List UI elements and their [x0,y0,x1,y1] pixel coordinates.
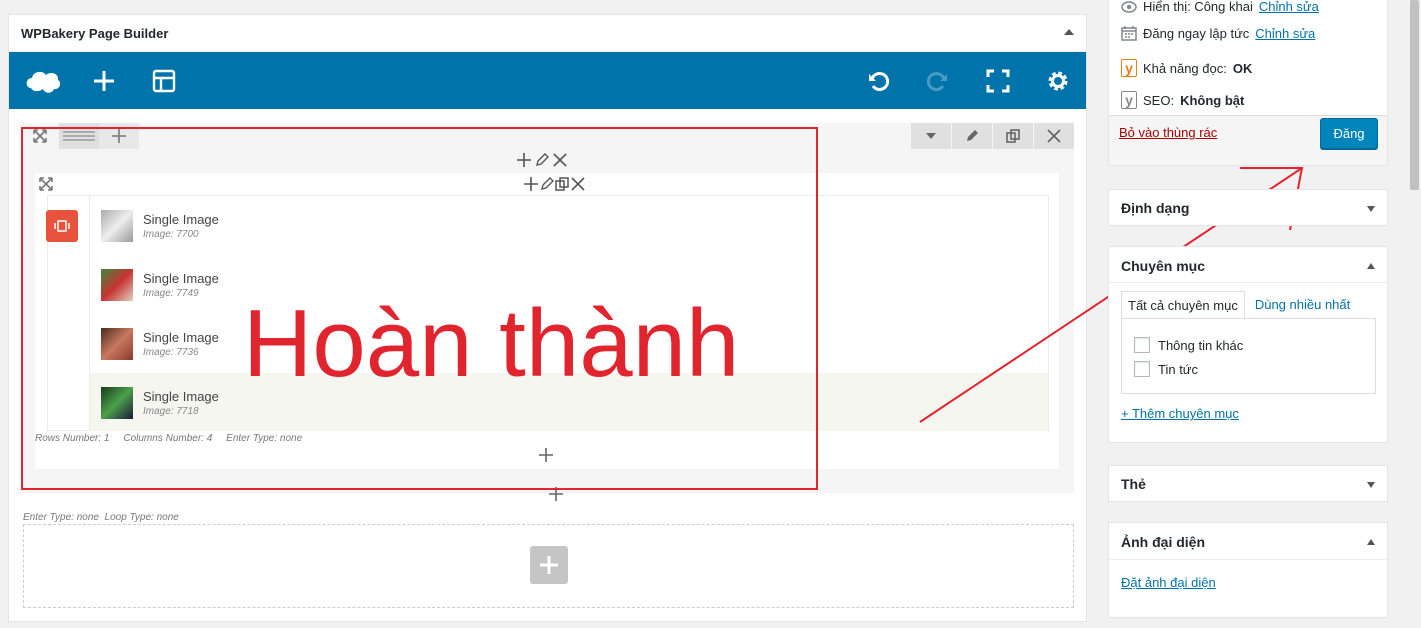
featured-image-box: Ảnh đại diện Đặt ảnh đại diện [1108,522,1388,618]
empty-row-dropzone [23,524,1074,608]
checkbox[interactable] [1134,337,1150,353]
item-title: Single Image [143,389,219,404]
category-label: Thông tin khác [1158,337,1244,353]
fullscreen-icon[interactable] [983,66,1013,96]
annotation-text: Hoàn thành [243,290,740,397]
add-new-element-button[interactable] [530,546,568,584]
chevron-up-icon[interactable] [1367,539,1375,545]
panel-header: WPBakery Page Builder [9,15,1086,52]
set-featured-image-link[interactable]: Đặt ảnh đại diện [1121,575,1216,590]
item-title: Single Image [143,330,219,345]
logo-icon[interactable] [25,66,61,96]
item-subtitle: Image: 7749 [143,288,199,299]
page-scrollbar[interactable] [1408,0,1421,628]
undo-icon[interactable] [863,66,893,96]
add-element-icon[interactable] [89,66,119,96]
builder-toolbar [9,52,1086,109]
image-thumbnail [101,328,133,360]
seo-value: Không bật [1180,92,1245,108]
checkbox[interactable] [1134,361,1150,377]
eye-icon [1121,0,1137,13]
category-label: Tin tức [1158,361,1199,377]
readability-row: y Khả năng đọc: OK [1121,59,1252,77]
row-edit-icon[interactable] [952,123,992,149]
item-subtitle: Image: 7736 [143,347,199,358]
row-toggle-icon[interactable] [911,123,951,149]
schedule-edit-link[interactable]: Chỉnh sửa [1255,26,1315,41]
carousel-icon [46,210,78,242]
visibility-label: Hiển thị: Công khai [1143,0,1253,14]
item-subtitle: Image: 7700 [143,229,199,240]
category-list: Thông tin khác Tin tức [1121,318,1376,394]
publish-button[interactable]: Đăng [1320,118,1378,149]
readability-value: OK [1232,60,1253,76]
column-add-icon[interactable] [517,153,531,167]
element-controls [523,176,586,192]
tab-all-categories[interactable]: Tất cả chuyên mục [1121,291,1245,320]
element-edit-icon[interactable] [540,177,554,191]
row-expand-icon[interactable] [21,123,59,149]
row-delete-icon[interactable] [1034,123,1074,149]
featured-title: Ảnh đại diện [1121,534,1205,550]
yoast-readability-icon: y [1121,59,1137,77]
column-edit-icon[interactable] [535,153,549,167]
row-controls-left [21,123,139,149]
divider [1109,282,1387,283]
redo-icon[interactable] [923,66,953,96]
settings-icon[interactable] [1043,66,1073,96]
row-drag-handle[interactable] [59,123,99,149]
column-controls [517,153,567,167]
item-title: Single Image [143,271,219,286]
calendar-icon [1121,26,1137,41]
list-item[interactable]: Tin tức [1134,361,1198,377]
element-expand-icon[interactable] [39,177,53,194]
image-thumbnail [101,269,133,301]
row-clone-icon[interactable] [993,123,1033,149]
seo-row: y SEO: Không bật [1121,91,1244,109]
add-column-icon[interactable] [99,123,139,149]
section-meta: Enter Type: none Loop Type: none [23,512,179,523]
add-row-icon[interactable] [549,487,563,504]
chevron-down-icon[interactable] [1367,482,1375,488]
row-controls-right [911,123,1074,149]
visibility-row: Hiển thị: Công khai Chỉnh sửa [1121,0,1319,14]
item-title: Single Image [143,212,219,227]
move-to-trash-link[interactable]: Bỏ vào thùng rác [1119,125,1217,140]
templates-icon[interactable] [149,66,179,96]
add-element-icon[interactable] [538,447,554,466]
tag-title: Thẻ [1121,476,1146,492]
chevron-down-icon[interactable] [1367,206,1375,212]
collapse-toggle-icon[interactable] [1064,29,1074,35]
category-tabs: Tất cả chuyên mục Dùng nhiều nhất [1121,291,1356,320]
list-item[interactable]: Thông tin khác [1134,337,1243,353]
item-subtitle: Image: 7718 [143,406,199,417]
panel-title: WPBakery Page Builder [21,26,169,41]
yoast-seo-icon: y [1121,91,1137,109]
seo-label: SEO: [1143,92,1175,108]
category-box: Chuyên mục Tất cả chuyên mục Dùng nhiều … [1108,246,1388,443]
column-delete-icon[interactable] [553,153,567,167]
format-title: Định dạng [1121,200,1190,216]
publish-box: Hiển thị: Công khai Chỉnh sửa Đăng ngay … [1108,0,1388,166]
chevron-up-icon[interactable] [1367,263,1375,269]
add-category-link[interactable]: + Thêm chuyên mục [1121,406,1239,421]
readability-label: Khả năng đọc: [1143,60,1227,76]
image-thumbnail [101,387,133,419]
visibility-edit-link[interactable]: Chỉnh sửa [1259,0,1319,14]
tab-most-used[interactable]: Dùng nhiều nhất [1249,291,1356,320]
image-thumbnail [101,210,133,242]
category-title: Chuyên mục [1121,258,1206,274]
tag-box: Thẻ [1108,465,1388,502]
element-delete-icon[interactable] [570,176,586,192]
schedule-label: Đăng ngay lập tức [1143,25,1250,41]
divider [1109,559,1387,560]
scrollbar-thumb[interactable] [1410,0,1419,190]
format-box: Định dạng [1108,189,1388,226]
schedule-row: Đăng ngay lập tức Chỉnh sửa [1121,25,1315,41]
element-add-icon[interactable] [523,176,539,192]
element-clone-icon[interactable] [555,177,569,191]
row-meta: Rows Number: 1 Columns Number: 4 Enter T… [35,433,303,444]
